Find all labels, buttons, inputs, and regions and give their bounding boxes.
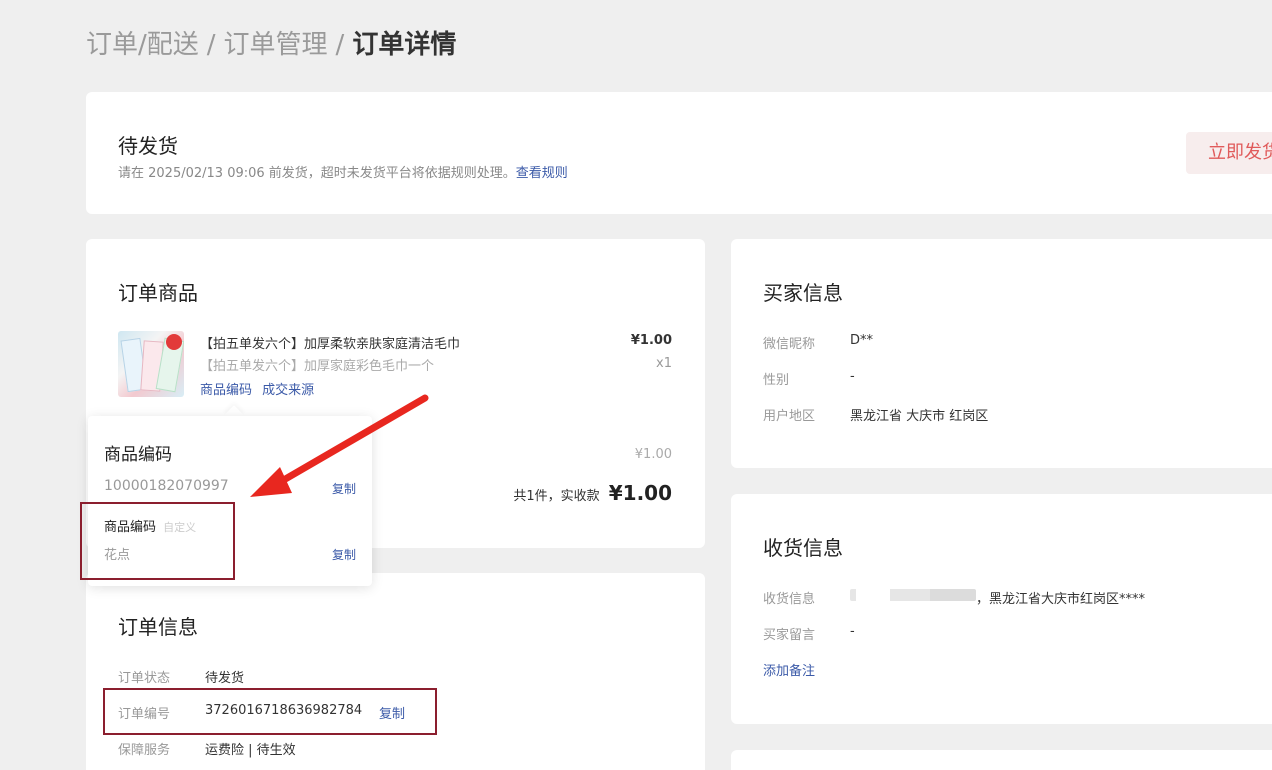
shipping-info-card: 收货信息 收货信息 ，黑龙江省大庆市红岗区**** 买家留言 - 添加备注 bbox=[731, 494, 1272, 724]
subtotal-amount: ¥1.00 bbox=[634, 447, 672, 462]
wechat-nickname-label: 微信昵称 bbox=[763, 337, 816, 352]
shipping-info-title: 收货信息 bbox=[763, 536, 843, 560]
breadcrumb-separator: / bbox=[335, 30, 345, 60]
product-name[interactable]: 【拍五单发六个】加厚柔软亲肤家庭清洁毛巾 bbox=[200, 333, 460, 352]
order-total: 共1件，实收款 ¥1.00 bbox=[513, 481, 672, 505]
product-code-link[interactable]: 商品编码 bbox=[200, 383, 252, 398]
order-total-label: 共1件，实收款 bbox=[513, 489, 600, 504]
deal-source-link[interactable]: 成交来源 bbox=[262, 383, 314, 398]
order-status-value: 待发货 bbox=[205, 671, 245, 686]
gender-label: 性别 bbox=[763, 373, 790, 388]
status-description-text: 请在 2025/02/13 09:06 前发货，超时未发货平台将依据规则处理。 bbox=[118, 166, 516, 181]
buyer-message-value: - bbox=[850, 624, 855, 639]
user-region-value: 黑龙江省 大庆市 红岗区 bbox=[850, 409, 989, 424]
breadcrumb-order-management[interactable]: 订单管理 bbox=[224, 30, 328, 60]
product-price: ¥1.00 bbox=[630, 333, 672, 348]
promo-sticker-icon bbox=[166, 334, 182, 350]
buyer-info-title: 买家信息 bbox=[763, 281, 843, 305]
receiver-info-label: 收货信息 bbox=[763, 592, 816, 607]
order-status-label: 订单状态 bbox=[118, 671, 171, 686]
breadcrumb: 订单/配送 / 订单管理 / 订单详情 bbox=[86, 24, 456, 61]
guarantee-service-value: 运费险 | 待生效 bbox=[205, 743, 296, 758]
ship-now-button[interactable]: 立即发货 bbox=[1186, 132, 1272, 174]
product-links: 商品编码 成交来源 bbox=[200, 379, 314, 398]
product-thumbnail[interactable] bbox=[118, 331, 184, 397]
product-quantity: x1 bbox=[656, 356, 672, 371]
status-title: 待发货 bbox=[118, 134, 178, 158]
gender-value: - bbox=[850, 369, 855, 384]
order-info-card: 订单信息 订单状态 待发货 订单编号 3726016718636982784 复… bbox=[86, 573, 705, 770]
status-card: 待发货 请在 2025/02/13 09:06 前发货，超时未发货平台将依据规则… bbox=[86, 92, 1272, 214]
next-info-card bbox=[731, 750, 1272, 770]
status-description: 请在 2025/02/13 09:06 前发货，超时未发货平台将依据规则处理。查… bbox=[118, 162, 568, 181]
product-code-value: 10000182070997 bbox=[104, 478, 229, 494]
order-total-value: ¥1.00 bbox=[608, 481, 672, 505]
product-spec: 【拍五单发六个】加厚家庭彩色毛巾一个 bbox=[200, 359, 435, 374]
receiver-redacted-block bbox=[850, 589, 976, 601]
breadcrumb-current: 订单详情 bbox=[352, 30, 457, 60]
receiver-address-value: ，黑龙江省大庆市红岗区**** bbox=[976, 592, 1146, 607]
buyer-info-card: 买家信息 微信昵称 D** 性别 - 用户地区 黑龙江省 大庆市 红岗区 bbox=[731, 239, 1272, 468]
user-region-label: 用户地区 bbox=[763, 409, 816, 424]
custom-code-highlight-box bbox=[80, 502, 235, 580]
guarantee-service-label: 保障服务 bbox=[118, 743, 171, 758]
copy-custom-code-button[interactable]: 复制 bbox=[332, 546, 356, 563]
order-number-highlight-box bbox=[103, 688, 437, 735]
wechat-nickname-value: D** bbox=[850, 333, 874, 348]
copy-product-code-button[interactable]: 复制 bbox=[332, 480, 356, 497]
order-info-title: 订单信息 bbox=[118, 615, 198, 639]
breadcrumb-separator: / bbox=[206, 30, 216, 60]
add-note-link[interactable]: 添加备注 bbox=[763, 660, 815, 679]
order-items-title: 订单商品 bbox=[118, 281, 198, 305]
view-rules-link[interactable]: 查看规则 bbox=[516, 166, 568, 181]
popover-title: 商品编码 bbox=[104, 445, 172, 465]
buyer-message-label: 买家留言 bbox=[763, 628, 816, 643]
breadcrumb-orders-delivery[interactable]: 订单/配送 bbox=[86, 30, 199, 60]
